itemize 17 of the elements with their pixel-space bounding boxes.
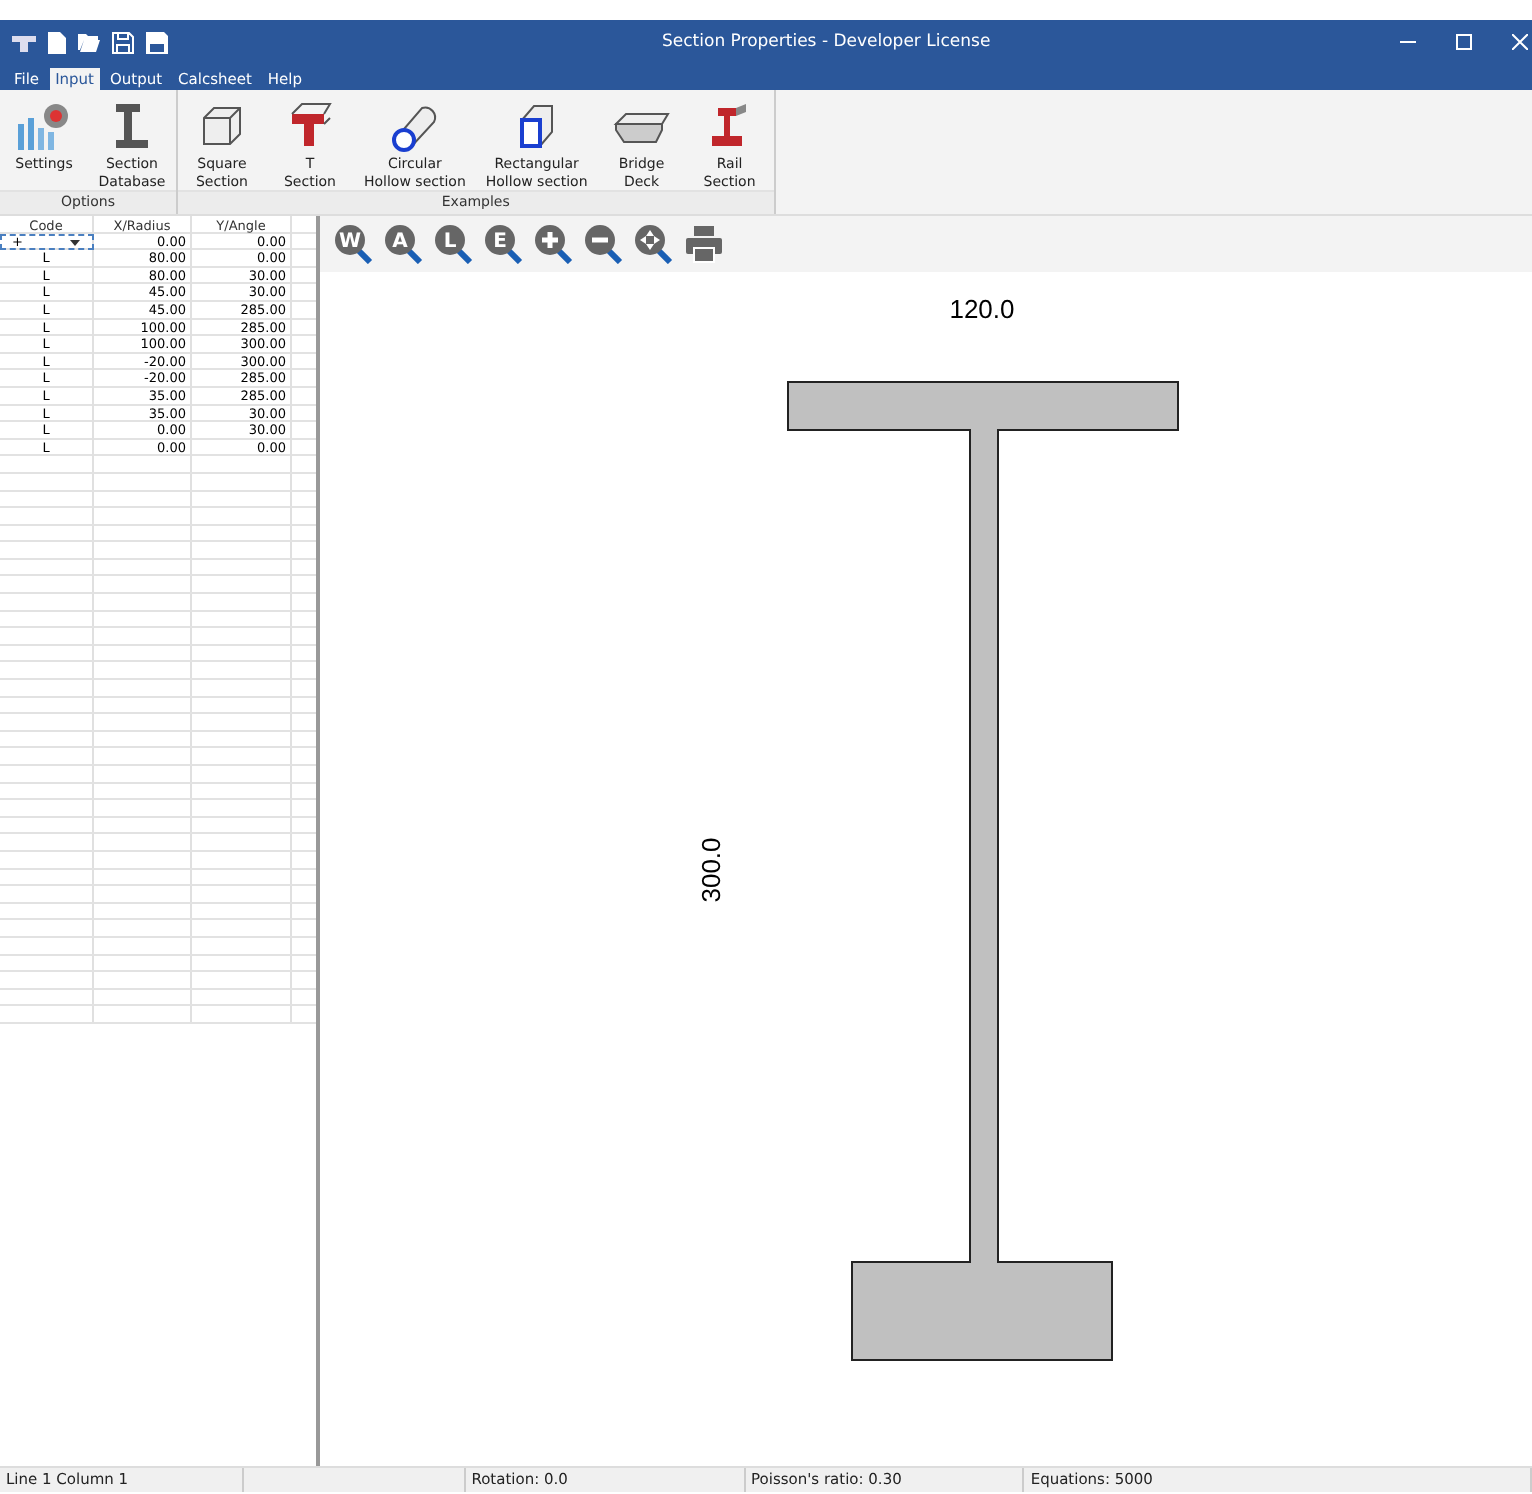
- height-dimension: 300.0: [696, 837, 726, 903]
- maximize-icon[interactable]: [1456, 34, 1472, 50]
- open-folder-icon[interactable]: [78, 32, 100, 52]
- tube-icon: [388, 100, 441, 152]
- settings-chart-icon: [14, 100, 74, 152]
- print-icon[interactable]: [684, 224, 724, 264]
- zoom-fit-icon[interactable]: [634, 224, 674, 264]
- width-dimension: 120.0: [949, 294, 1015, 324]
- save-icon[interactable]: [112, 31, 134, 53]
- t-beam-icon: [286, 100, 334, 152]
- close-icon[interactable]: [1512, 34, 1528, 50]
- app-icon[interactable]: [12, 32, 36, 52]
- zoom-out-icon[interactable]: [584, 224, 624, 264]
- new-file-icon[interactable]: [48, 31, 66, 53]
- zoom-in-icon[interactable]: [534, 224, 574, 264]
- window-title: Section Properties - Developer License: [660, 32, 993, 52]
- save-as-icon[interactable]: [146, 31, 168, 53]
